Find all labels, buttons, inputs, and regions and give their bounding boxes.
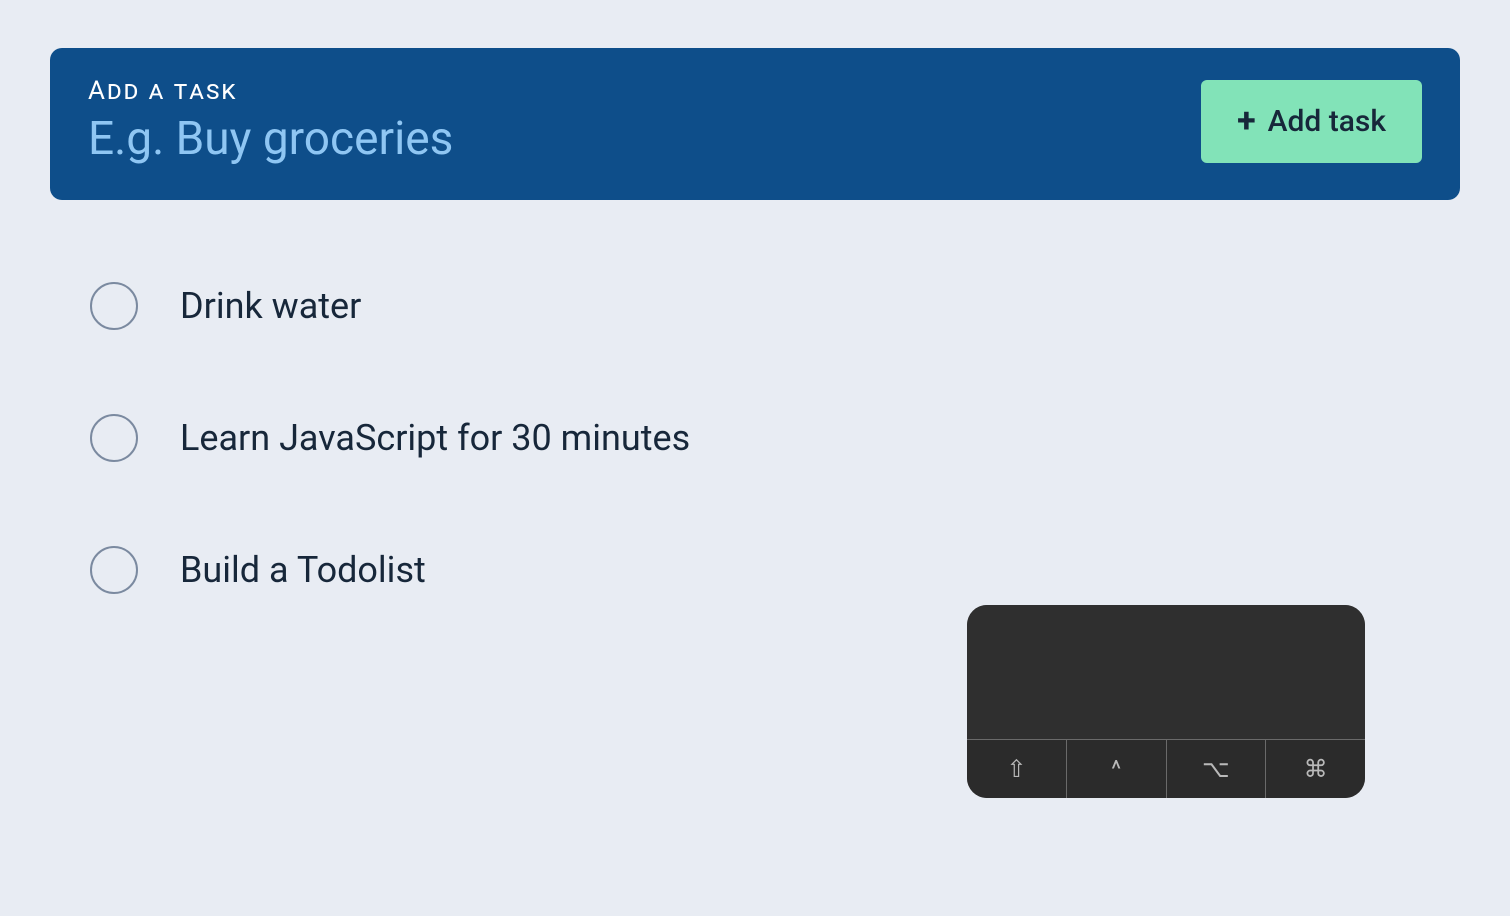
task-item: Build a Todolist — [90, 522, 1460, 618]
shift-icon: ⇧ — [1006, 755, 1026, 783]
keyboard-display-area — [967, 605, 1365, 739]
add-task-button-label: Add task — [1268, 104, 1386, 139]
add-task-input[interactable] — [88, 112, 1201, 166]
keyboard-modifier-row: ⇧ ^ ⌥ ⌘ — [967, 739, 1365, 798]
option-key[interactable]: ⌥ — [1167, 740, 1267, 798]
option-icon: ⌥ — [1202, 755, 1230, 783]
task-checkbox[interactable] — [90, 414, 138, 462]
app-container: Add a task + Add task Drink water Learn … — [0, 0, 1510, 618]
add-task-button[interactable]: + Add task — [1201, 80, 1422, 163]
add-task-panel: Add a task + Add task — [50, 48, 1460, 200]
task-text: Learn JavaScript for 30 minutes — [180, 417, 690, 459]
onscreen-keyboard-overlay: ⇧ ^ ⌥ ⌘ — [967, 605, 1365, 798]
control-icon: ^ — [1111, 755, 1121, 783]
task-checkbox[interactable] — [90, 546, 138, 594]
plus-icon: + — [1237, 104, 1256, 138]
task-item: Learn JavaScript for 30 minutes — [90, 390, 1460, 486]
task-list: Drink water Learn JavaScript for 30 minu… — [50, 200, 1460, 618]
add-task-label: Add a task — [88, 76, 1201, 106]
control-key[interactable]: ^ — [1067, 740, 1167, 798]
task-item: Drink water — [90, 258, 1460, 354]
task-text: Build a Todolist — [180, 549, 426, 591]
add-task-left: Add a task — [88, 76, 1201, 166]
task-checkbox[interactable] — [90, 282, 138, 330]
task-text: Drink water — [180, 285, 361, 327]
command-key[interactable]: ⌘ — [1266, 740, 1365, 798]
command-icon: ⌘ — [1304, 755, 1328, 783]
shift-key[interactable]: ⇧ — [967, 740, 1067, 798]
